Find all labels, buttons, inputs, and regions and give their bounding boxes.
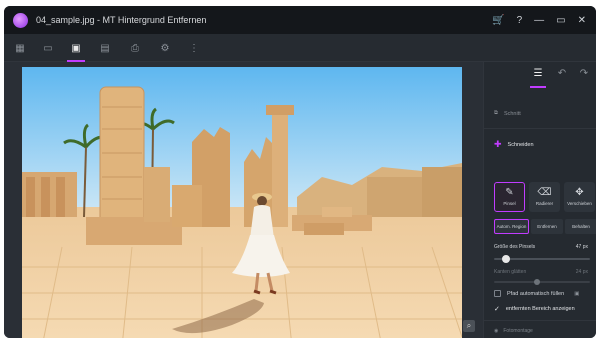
- auto-fill-label: Pfad automatisch füllen: [507, 290, 565, 297]
- auto-fill-checkbox[interactable]: [494, 290, 501, 297]
- folder-icon[interactable]: ▭: [34, 34, 62, 62]
- brush-size-label: Größe des Pinsels: [494, 244, 536, 250]
- photo-illustration: [22, 67, 462, 338]
- auto-fill-row[interactable]: Pfad automatisch füllen ▣: [494, 290, 579, 297]
- maximize-icon[interactable]: ▭: [556, 15, 565, 26]
- section-crop-label: Schnitt: [503, 110, 521, 117]
- brush-tool-label: Pinsel: [503, 201, 516, 206]
- eraser-tool-label: Radierer: [535, 201, 554, 206]
- more-icon[interactable]: ⋮: [180, 34, 208, 62]
- main-toolbar: ▦ ▭ ▣ ▤ ⎙ ⚙ ⋮: [4, 34, 596, 62]
- smoothing-slider[interactable]: [494, 279, 590, 285]
- photomontage-label: Fotomontage: [503, 328, 533, 334]
- panel-tabs: ☰ ↶ ↷: [484, 62, 596, 88]
- eraser-tool-button[interactable]: ⌫ Radierer: [529, 182, 560, 212]
- cart-icon[interactable]: 🛒: [492, 15, 504, 26]
- fill-icon: ▣: [574, 290, 580, 297]
- app-logo: [13, 12, 28, 28]
- smoothing-value: 24 px: [575, 269, 588, 275]
- mode-remove[interactable]: Entfernen: [531, 219, 563, 234]
- save-icon[interactable]: ▤: [91, 34, 119, 62]
- move-tool-button[interactable]: ✥ Verschieben: [564, 182, 595, 212]
- close-icon[interactable]: ✕: [578, 15, 586, 26]
- move-tool-label: Verschieben: [567, 201, 592, 206]
- help-icon[interactable]: ?: [517, 15, 523, 26]
- window-controls: 🛒 ? — ▭ ✕: [492, 6, 596, 34]
- section-crop[interactable]: ⧉ Schnitt: [494, 110, 521, 117]
- show-removed-label: entfernten Bereich anzeigen: [505, 306, 575, 312]
- section-cut-label: Schneiden: [507, 141, 534, 148]
- divider: [484, 128, 596, 129]
- mode-keep[interactable]: Behalten: [565, 219, 596, 234]
- brush-tool-button[interactable]: ✎ Pinsel: [494, 182, 525, 212]
- eraser-icon: ⌫: [537, 187, 552, 198]
- mode-auto-region[interactable]: Autom. Region: [494, 219, 529, 234]
- cut-icon: ✚: [494, 139, 502, 149]
- divider: [484, 320, 596, 321]
- canvas-area: ⌕: [4, 62, 483, 338]
- photo-preview[interactable]: [22, 67, 462, 338]
- crop-icon: ⧉: [494, 110, 498, 116]
- brush-size-value: 47 px: [575, 244, 588, 250]
- check-icon[interactable]: ✓: [494, 305, 500, 313]
- settings-icon[interactable]: ⚙: [151, 34, 179, 62]
- photomontage-button[interactable]: ◉ Fotomontage: [494, 324, 533, 338]
- app-window: 04_sample.jpg - MT Hintergrund Entfernen…: [4, 6, 596, 338]
- window-title: 04_sample.jpg - MT Hintergrund Entfernen: [36, 15, 207, 25]
- titlebar: 04_sample.jpg - MT Hintergrund Entfernen…: [4, 6, 596, 34]
- smoothing-label: Kanten glätten: [494, 269, 527, 275]
- minimize-icon[interactable]: —: [534, 15, 544, 26]
- show-removed-row[interactable]: ✓ entfernten Bereich anzeigen: [494, 305, 575, 313]
- brush-size-slider[interactable]: [494, 255, 590, 263]
- redo-icon[interactable]: ↷: [570, 62, 596, 84]
- move-icon: ✥: [575, 187, 584, 198]
- smoothing-knob[interactable]: [534, 279, 541, 285]
- brush-size-knob[interactable]: [501, 255, 510, 263]
- zoom-icon[interactable]: ⌕: [463, 320, 475, 332]
- image-icon[interactable]: ▣: [62, 34, 90, 62]
- section-cut[interactable]: ✚ Schneiden: [494, 139, 534, 150]
- photomontage-icon: ◉: [494, 328, 499, 334]
- right-panel: ☰ ↶ ↷ ⧉ Schnitt ✚ Schneiden ✎ Pinsel ⌫ R…: [483, 62, 596, 338]
- grid-icon[interactable]: ▦: [6, 34, 34, 62]
- print-icon[interactable]: ⎙: [121, 34, 149, 62]
- brush-icon: ✎: [505, 187, 514, 198]
